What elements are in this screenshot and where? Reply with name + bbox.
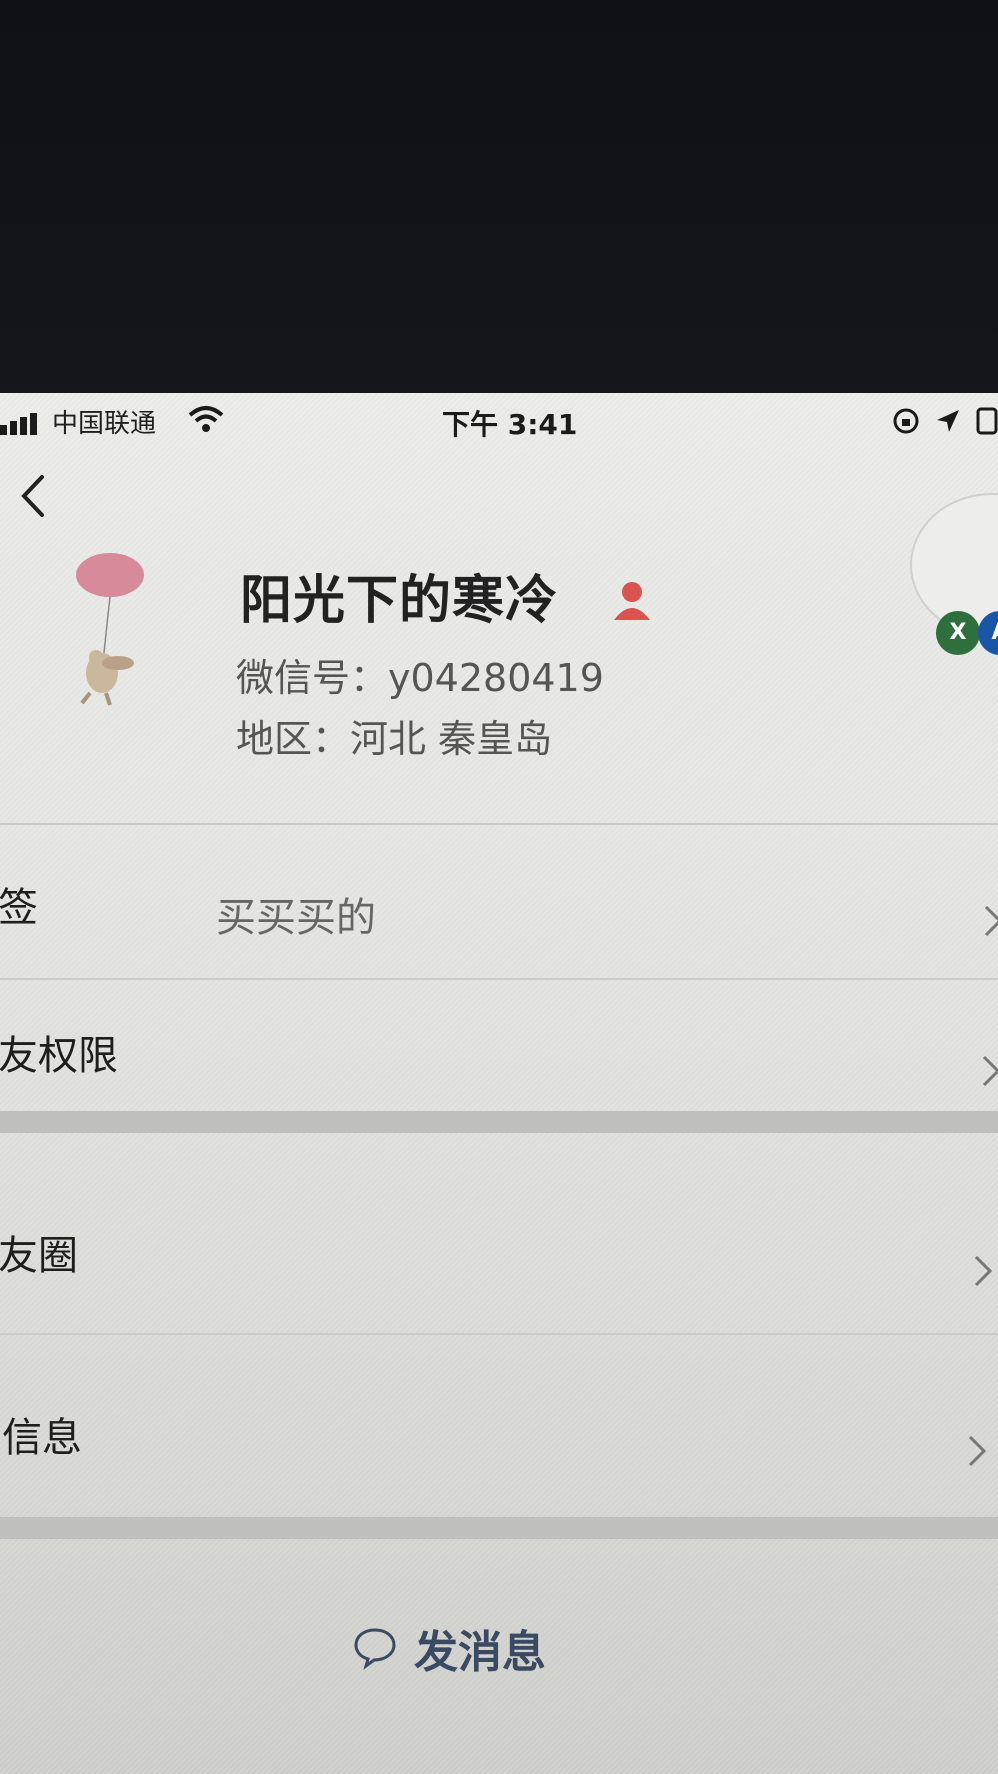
chevron-right-icon xyxy=(968,1435,987,1467)
female-user-icon xyxy=(614,582,650,620)
location-arrow-icon xyxy=(935,408,961,438)
section-gap xyxy=(0,1111,998,1133)
row-label: 朋友权限 xyxy=(0,1033,118,1079)
region: 地区：河北 秦皇岛 xyxy=(236,717,553,761)
badge-chip-x: X xyxy=(936,611,980,655)
battery-icon xyxy=(976,407,998,439)
chevron-right-icon xyxy=(984,905,998,937)
phone-screen: 中国联通 下午 3:41 阳光下的寒冷 微信号：y04280419 地区：河北 … xyxy=(0,393,998,1774)
row-label: 标签 xyxy=(0,885,38,931)
back-chevron-icon[interactable] xyxy=(14,471,54,521)
chevron-right-icon xyxy=(982,1055,998,1087)
signal-strength-icon xyxy=(0,413,40,435)
photo-dark-background xyxy=(0,0,998,400)
avatar[interactable] xyxy=(70,553,160,713)
send-message-button[interactable]: 发消息 xyxy=(352,1613,546,1683)
send-message-label: 发消息 xyxy=(414,1627,546,1678)
carrier-name: 中国联通 xyxy=(52,409,157,439)
divider xyxy=(0,978,998,980)
wifi-icon xyxy=(188,406,224,432)
chevron-right-icon xyxy=(974,1255,993,1287)
status-bar: 中国联通 下午 3:41 xyxy=(0,393,998,453)
divider xyxy=(0,823,998,825)
section-gap xyxy=(0,1517,998,1539)
chat-bubble-icon xyxy=(354,1628,396,1670)
status-right-icons xyxy=(882,407,998,439)
row-label: 朋友圈 xyxy=(0,1233,78,1279)
wechat-id: 微信号：y04280419 xyxy=(236,656,604,700)
rotation-lock-icon xyxy=(892,407,920,439)
status-time: 下午 3:41 xyxy=(442,408,578,441)
contact-name: 阳光下的寒冷 xyxy=(240,571,559,631)
row-value: 买买买的 xyxy=(216,895,376,941)
row-label: 更多信息 xyxy=(0,1415,82,1461)
divider xyxy=(0,1333,998,1335)
